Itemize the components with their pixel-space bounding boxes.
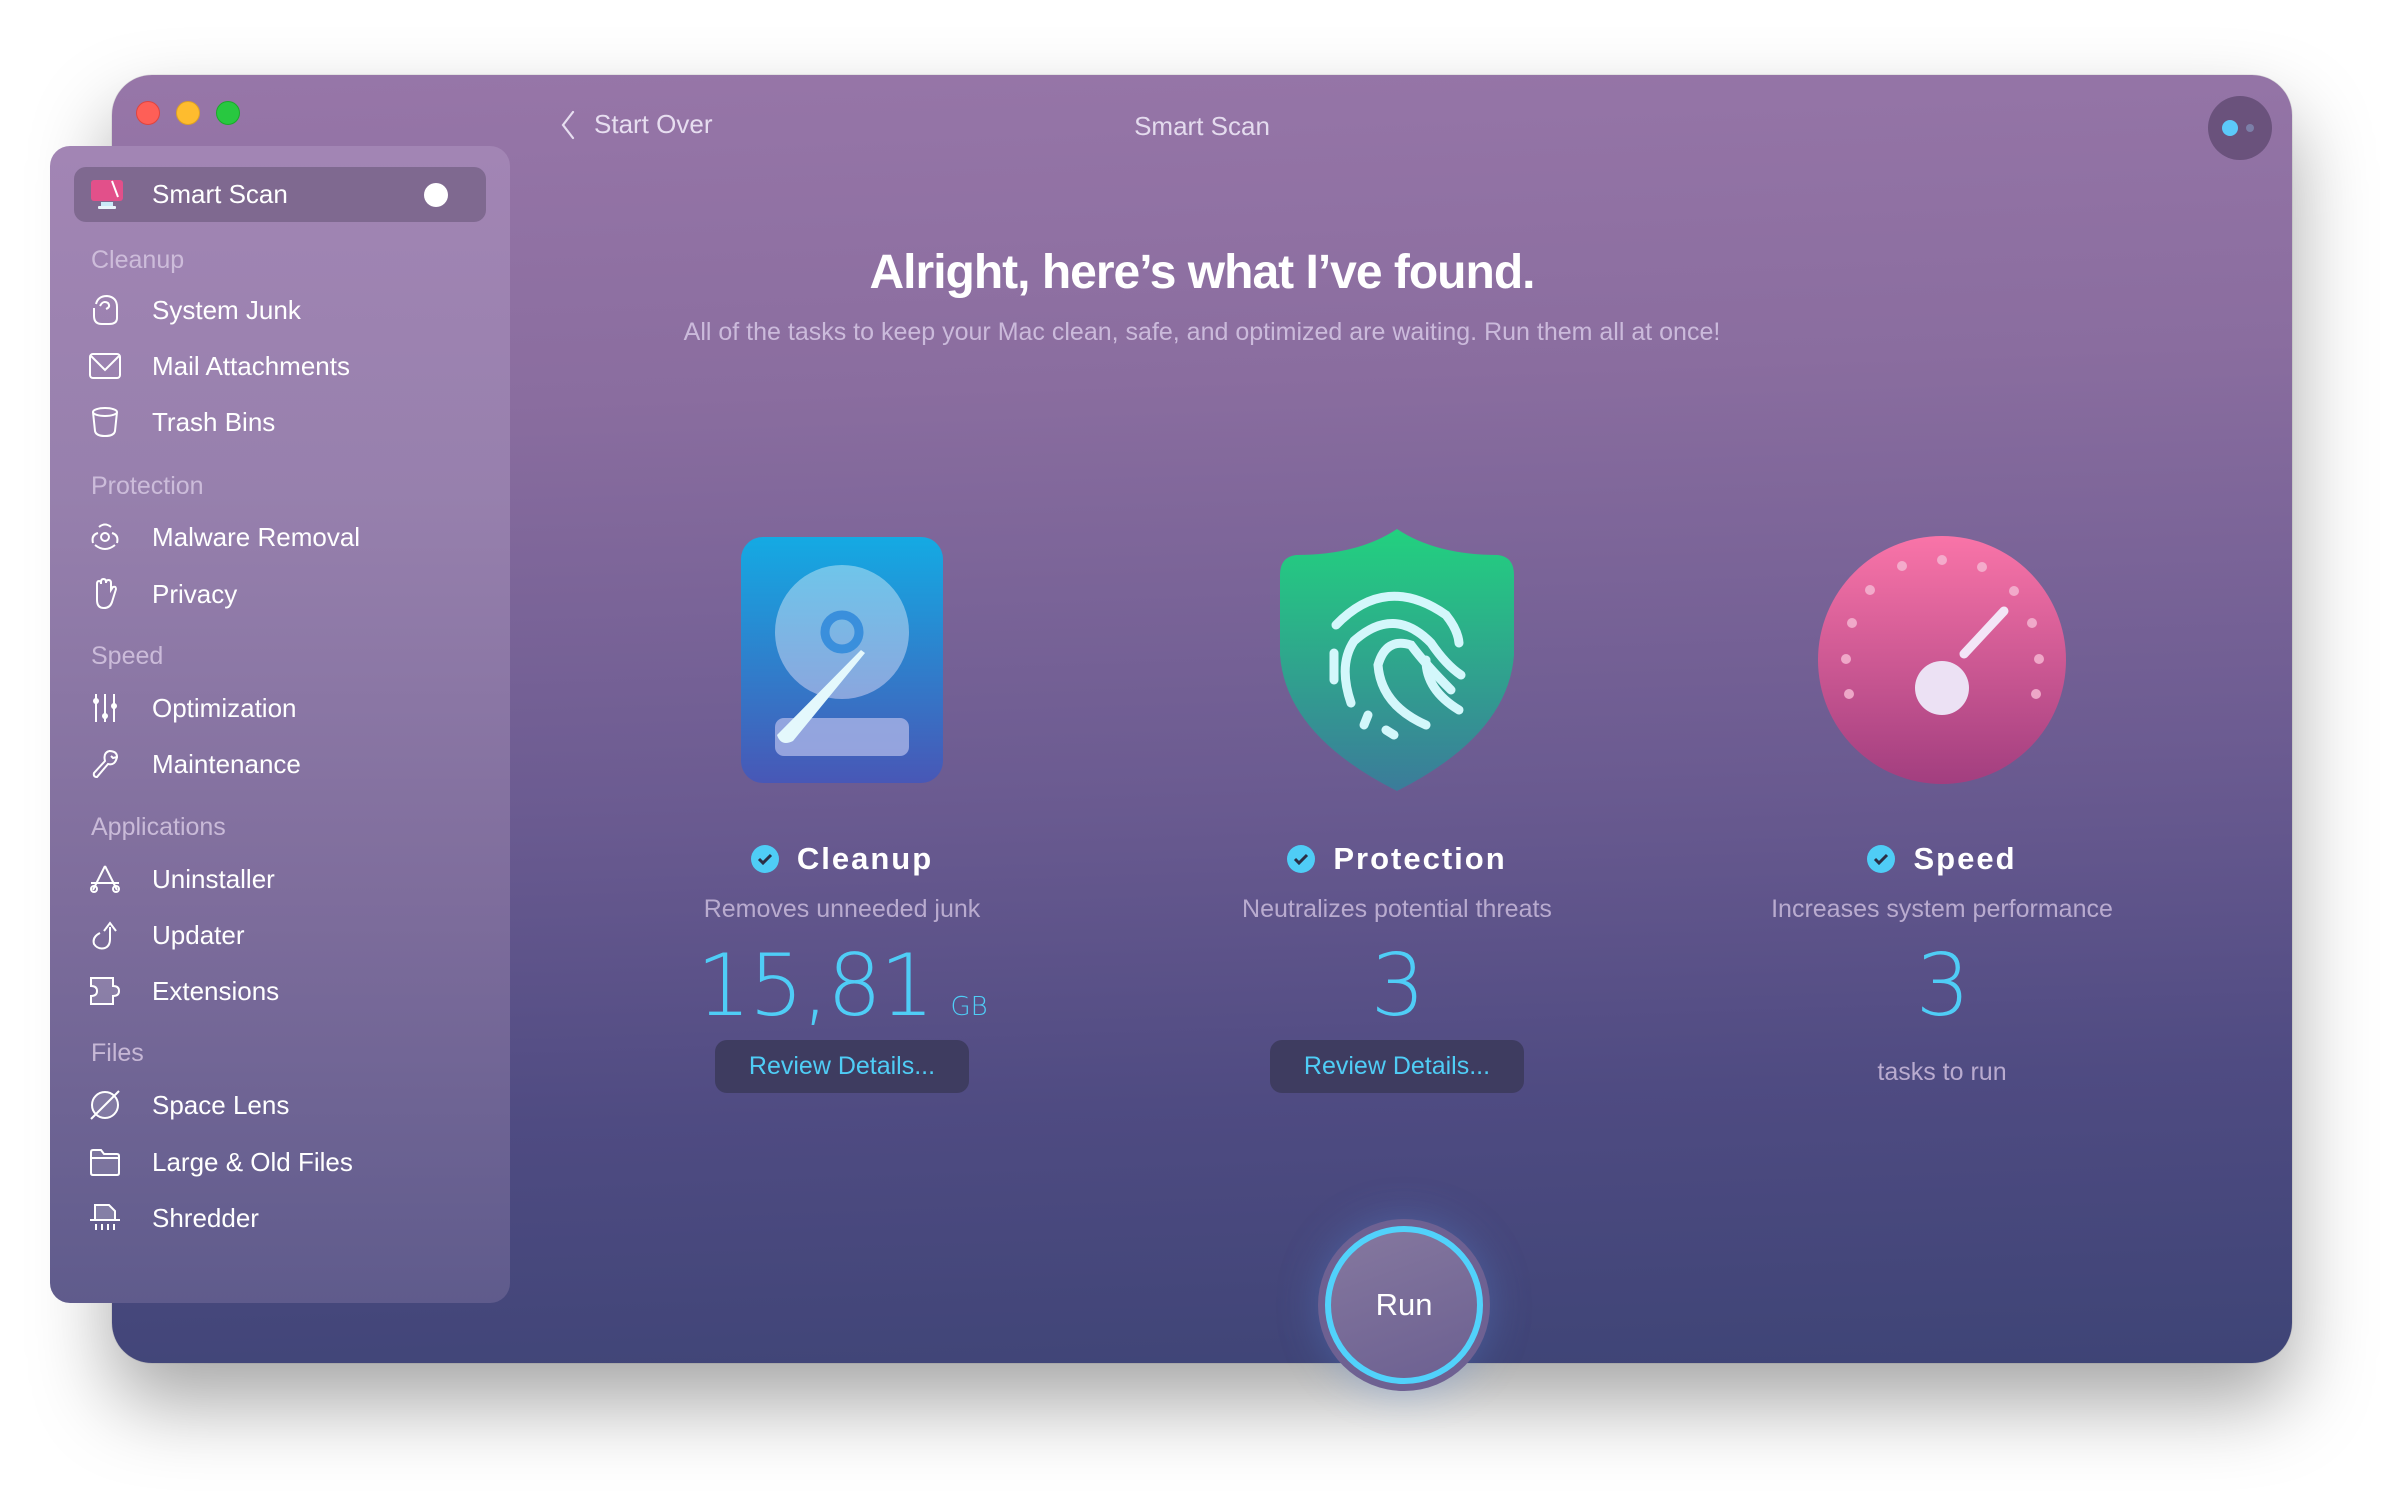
hand-icon [88,577,122,611]
sidebar-item-trash-bins[interactable]: Trash Bins [74,398,486,446]
check-icon [1287,845,1316,873]
mail-icon [88,349,122,383]
sidebar-item-space-lens[interactable]: Space Lens [74,1081,486,1129]
sidebar-item-label: Updater [152,919,245,950]
cleanup-title: Cleanup [796,841,934,876]
app-store-icon [88,862,122,896]
status-dot-icon [424,183,448,207]
sidebar-item-large-old-files[interactable]: Large & Old Files [74,1138,486,1186]
protection-description: Neutralizes potential threats [1242,895,1552,923]
sliders-icon [88,691,122,725]
sidebar-item-optimization[interactable]: Optimization [74,684,486,732]
sidebar-item-uninstaller[interactable]: Uninstaller [74,855,486,903]
fingerprint-shield-icon [1280,529,1514,791]
sidebar-item-label: Optimization [152,692,297,723]
sidebar-item-mail-attachments[interactable]: Mail Attachments [74,342,486,390]
window-title: Smart Scan [1134,111,1270,141]
assistant-button[interactable] [2208,96,2272,160]
section-header-cleanup: Cleanup [91,246,185,274]
speed-title: Speed [1913,841,2017,876]
cleanup-description: Removes unneeded junk [703,895,981,923]
planet-icon [88,1088,122,1122]
sidebar-item-label: Uninstaller [152,863,275,894]
sidebar-item-malware-removal[interactable]: Malware Removal [74,513,486,561]
smart-scan-monitor-icon [90,179,124,216]
speedometer-icon [1818,536,2066,784]
speed-description: Increases system performance [1771,895,2113,923]
sidebar-item-system-junk[interactable]: System Junk [74,286,486,334]
cleanup-value: 15,81 [696,936,934,1036]
speed-caption: tasks to run [1877,1058,2007,1086]
section-header-applications: Applications [91,813,226,841]
biohazard-icon [88,520,122,554]
assistant-dot-icon [2246,124,2254,132]
check-icon [750,845,779,873]
sidebar-item-label: Trash Bins [152,406,276,437]
sidebar-item-updater[interactable]: Updater [74,911,486,959]
cleanup-review-details-button[interactable]: Review Details... [715,1040,969,1093]
sidebar-item-label: Shredder [152,1202,259,1233]
shredder-icon [88,1201,122,1235]
section-header-files: Files [91,1039,144,1067]
sidebar-item-label: Mail Attachments [152,350,350,381]
protection-review-details-button[interactable]: Review Details... [1270,1040,1524,1093]
sidebar-item-label: Maintenance [152,748,301,779]
protection-title: Protection [1333,841,1507,876]
sidebar-item-label: Smart Scan [152,179,288,209]
folder-icon [88,1145,122,1179]
section-header-protection: Protection [91,472,204,500]
cleanup-column: Cleanup Removes unneeded junk 15,81 GB R… [542,515,1142,1093]
protection-column: Protection Neutralizes potential threats… [1097,515,1697,1093]
sidebar-item-label: Large & Old Files [152,1146,353,1177]
sidebar-item-label: Space Lens [152,1089,290,1120]
sidebar-item-shredder[interactable]: Shredder [74,1194,486,1242]
check-icon [1867,845,1896,873]
wrench-icon [88,747,122,781]
sidebar-item-extensions[interactable]: Extensions [74,967,486,1015]
run-button[interactable]: Run [1318,1219,1490,1391]
update-arrow-icon [88,918,122,952]
hard-drive-icon [741,537,943,783]
system-junk-icon [88,293,122,327]
sidebar-item-label: Extensions [152,975,280,1006]
puzzle-icon [88,974,122,1008]
sidebar-item-maintenance[interactable]: Maintenance [74,740,486,788]
sidebar-item-label: System Junk [152,294,301,325]
run-button-label[interactable]: Run [1325,1226,1483,1384]
sidebar-item-label: Malware Removal [152,521,361,552]
sidebar-item-privacy[interactable]: Privacy [74,570,486,618]
section-header-speed: Speed [91,642,164,670]
protection-value: 3 [1370,936,1426,1036]
speed-value: 3 [1915,936,1971,1036]
sidebar-item-smart-scan[interactable]: Smart Scan [74,167,486,222]
speed-column: Speed Increases system performance 3 tas… [1642,515,2242,1087]
sidebar: Smart Scan Cleanup System Junk Mail Atta… [50,146,510,1303]
trash-bin-icon [88,405,122,439]
cleanup-unit: GB [950,992,988,1022]
sidebar-item-label: Privacy [152,578,238,609]
assistant-dot-active-icon [2222,120,2238,136]
